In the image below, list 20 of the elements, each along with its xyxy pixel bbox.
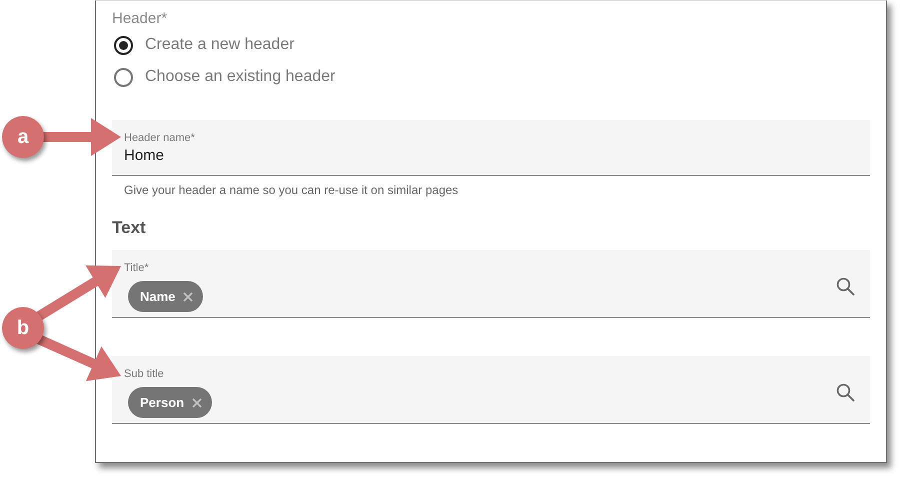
tag-chip[interactable]: Person [128,387,212,418]
tag-field[interactable]: Sub title Person [112,356,870,424]
remove-icon[interactable] [192,398,202,408]
input-field[interactable]: Header name* Home [112,120,870,176]
search-icon[interactable] [836,383,856,403]
section-title: Text [112,217,147,239]
search-icon[interactable] [836,277,856,297]
helper-text: Give your header a name so you can re-use it on similar pages [124,182,460,198]
radio-label: Create a new header [145,36,294,54]
group-label: Header* [112,9,168,29]
tag-chip[interactable]: Name [128,281,204,312]
callout-badge: a [2,116,44,158]
field-label: Sub title [124,367,164,381]
radio-button[interactable] [114,68,133,86]
tag-field[interactable]: Title* Name [112,250,870,318]
field-label: Title* [124,261,149,275]
remove-icon[interactable] [183,292,194,302]
radio-label: Choose an existing header [145,68,336,86]
callout-badge: b [2,307,44,349]
radio-button[interactable] [114,36,133,54]
